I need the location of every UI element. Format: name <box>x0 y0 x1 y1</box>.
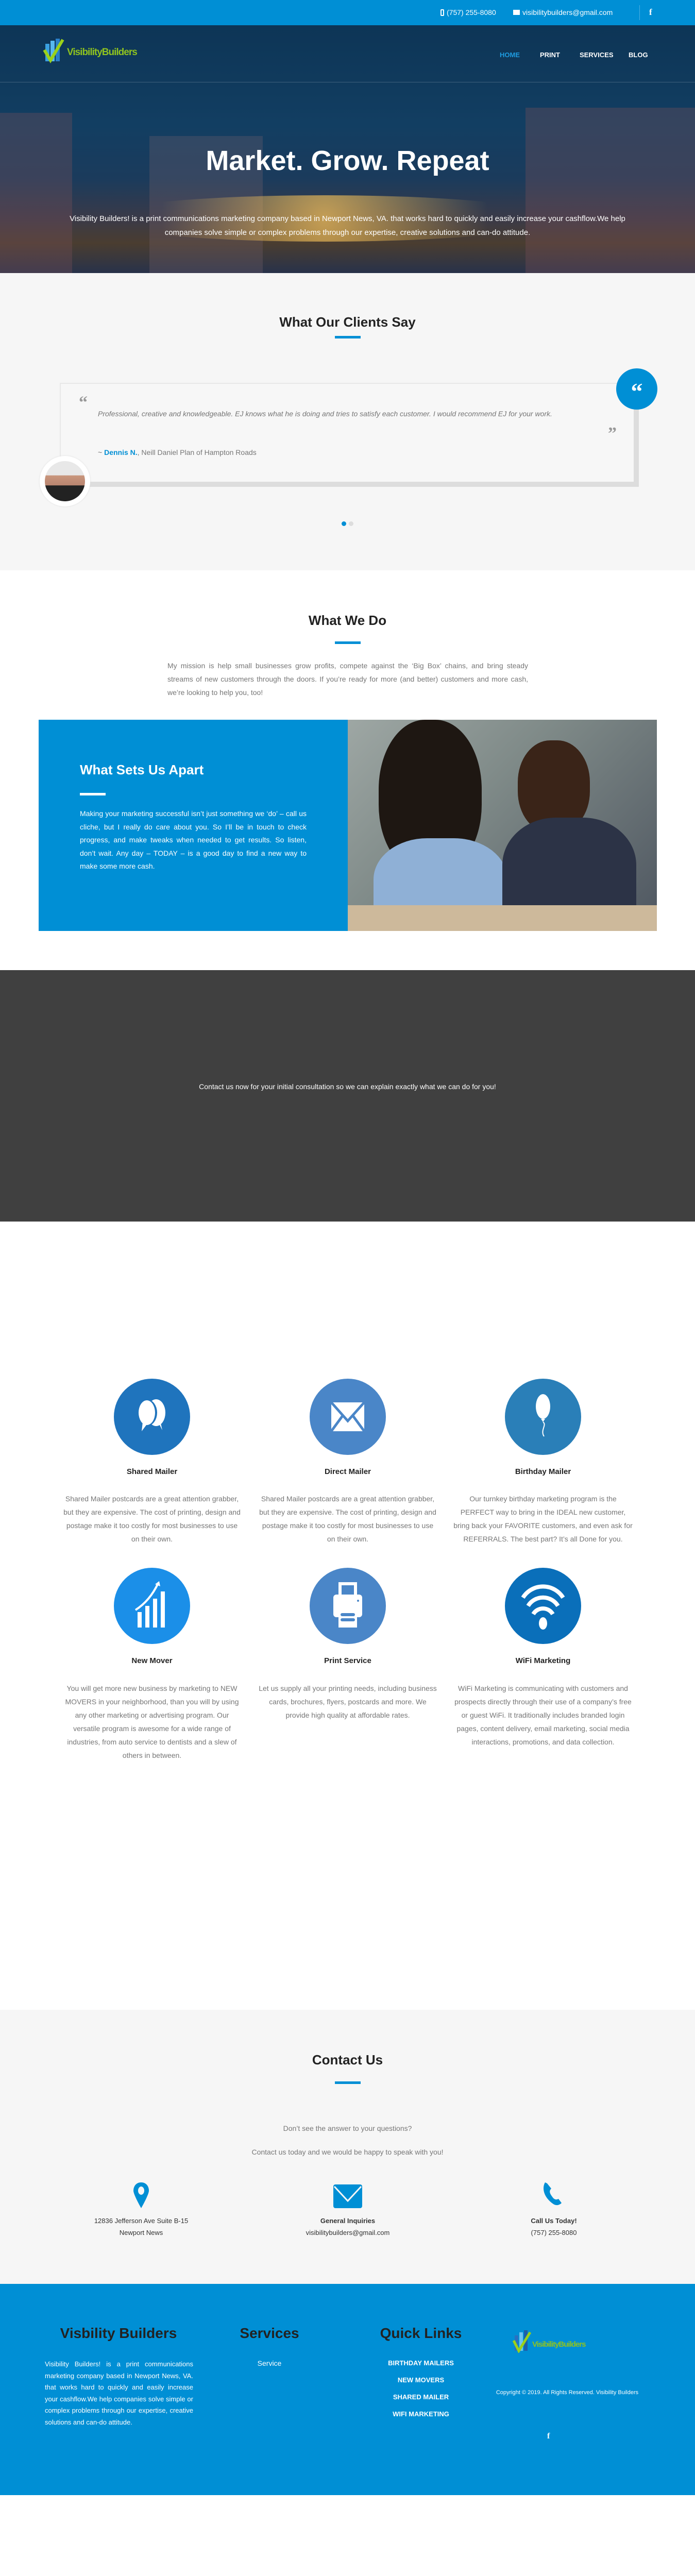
service-title: WiFi Marketing <box>515 1656 571 1665</box>
topbar-divider <box>639 5 640 20</box>
footer-logo-text: VisibilityBuilders <box>532 2340 586 2349</box>
envelope-icon <box>333 2184 362 2208</box>
phone-icon <box>544 2182 562 2206</box>
what-we-do-title: What We Do <box>308 613 387 628</box>
mission-text: My mission is help small businesses grow… <box>167 662 528 697</box>
logo[interactable]: VisibilityBuilders <box>42 38 138 63</box>
avatar <box>40 456 90 506</box>
top-bar: (757) 255-8080 visibilitybuilders@gmail.… <box>0 0 695 25</box>
service-icon-shared-mailer[interactable] <box>114 1379 190 1455</box>
service-icon-new-mover[interactable] <box>114 1568 190 1644</box>
cta-band: Contact us now for your initial consulta… <box>0 970 695 1222</box>
phone-text: (757) 255-8080 <box>447 8 496 16</box>
cta-text: Contact us now for your initial consulta… <box>199 1082 496 1091</box>
service-title: Birthday Mailer <box>515 1467 571 1476</box>
title-underline <box>335 2081 361 2084</box>
call-us-heading: Call Us Today! <box>531 2217 577 2225</box>
testimonial-affiliation: , Neill Daniel Plan of Hampton Roads <box>137 448 257 456</box>
quote-badge: “ <box>616 368 657 410</box>
service-description: Shared Mailer postcards are a great atte… <box>63 1495 241 1543</box>
mobile-phone-icon <box>440 9 444 16</box>
footer-logo[interactable]: VisibilityBuilders <box>512 2330 586 2353</box>
team-photo <box>348 720 657 931</box>
service-icon-wifi-marketing[interactable] <box>505 1568 581 1644</box>
nav-services[interactable]: SERVICES <box>580 51 614 59</box>
service-icon-print-service[interactable] <box>310 1568 386 1644</box>
envelope-icon <box>513 10 520 15</box>
address-line-1: 12836 Jefferson Ave Suite B-15 <box>94 2217 189 2225</box>
nav-blog[interactable]: BLOG <box>629 51 648 59</box>
service-description: Shared Mailer postcards are a great atte… <box>259 1495 436 1543</box>
contact-line-2: Contact us today and we would be happy t… <box>251 2148 444 2156</box>
footer-link-birthday-mailers[interactable]: BIRTHDAY MAILERS <box>369 2359 472 2367</box>
contact-phone[interactable]: (757) 255-8080 <box>477 2229 631 2236</box>
contact-email[interactable]: visibilitybuilders@gmail.com <box>270 2229 425 2236</box>
footer-link-service[interactable]: Service <box>218 2359 321 2367</box>
open-quote-icon: “ <box>79 393 88 412</box>
testimonial-card: “ Professional, creative and knowledgeab… <box>60 383 639 487</box>
email-link[interactable]: visibilitybuilders@gmail.com <box>513 8 613 16</box>
footer-about-text: Visibility Builders! is a print communic… <box>45 2360 193 2426</box>
footer-link-shared-mailer[interactable]: SHARED MAILER <box>369 2393 472 2401</box>
contact-section: Contact Us Don’t see the answer to your … <box>0 2010 695 2284</box>
hero-title: Market. Grow. Repeat <box>206 145 489 176</box>
balloon-icon <box>536 1394 550 1437</box>
general-inquiries-heading: General Inquiries <box>320 2217 376 2225</box>
what-we-do-section: What We Do My mission is help small busi… <box>0 570 695 970</box>
logo-text: VisibilityBuilders <box>67 47 138 58</box>
service-title: Shared Mailer <box>126 1467 178 1476</box>
sets-apart-text: Making your marketing successful isn’t j… <box>80 809 307 870</box>
nav-print[interactable]: PRINT <box>540 51 560 59</box>
envelope-icon <box>330 1401 366 1432</box>
hero-subtitle: Visibility Builders! is a print communic… <box>70 214 625 237</box>
testimonial-quote: Professional, creative and knowledgeable… <box>98 410 552 418</box>
service-description: WiFi Marketing is communicating with cus… <box>454 1684 632 1746</box>
chat-bubbles-icon <box>137 1399 165 1431</box>
sets-apart-title: What Sets Us Apart <box>80 762 204 777</box>
email-text: visibilitybuilders@gmail.com <box>522 8 613 16</box>
close-quote-icon: ” <box>608 424 617 443</box>
address-line-2: Newport News <box>119 2229 163 2236</box>
sets-apart-underline <box>80 793 106 795</box>
author-prefix: ~ <box>98 448 105 456</box>
phone-link[interactable]: (757) 255-8080 <box>440 8 496 16</box>
title-underline <box>335 641 361 644</box>
testimonials-title: What Our Clients Say <box>279 314 416 330</box>
footer-services-title: Services <box>240 2325 299 2341</box>
service-icon-birthday-mailer[interactable] <box>505 1379 581 1455</box>
contact-line-1: Don’t see the answer to your questions? <box>283 2124 412 2132</box>
service-description: Let us supply all your printing needs, i… <box>259 1684 437 1719</box>
service-description: You will get more new business by market… <box>65 1684 239 1759</box>
sets-apart-box: What Sets Us Apart Making your marketing… <box>39 720 348 931</box>
testimonial-author-line: ~ Dennis N., Neill Daniel Plan of Hampto… <box>98 448 257 456</box>
footer-link-new-movers[interactable]: NEW MOVERS <box>369 2376 472 2384</box>
wifi-icon <box>521 1584 565 1630</box>
printer-icon <box>333 1582 362 1628</box>
service-title: Print Service <box>324 1656 371 1665</box>
contact-title: Contact Us <box>312 2052 383 2067</box>
footer-about-title: Visbility Builders <box>60 2325 177 2341</box>
slider-dot-2[interactable] <box>349 521 353 526</box>
footer-link-wifi-marketing[interactable]: WIFI MARKETING <box>369 2410 472 2418</box>
footer: Visbility Builders Visibility Builders! … <box>0 2284 695 2495</box>
service-title: Direct Mailer <box>324 1467 371 1476</box>
logo-mark-icon <box>512 2330 532 2353</box>
nav-home[interactable]: HOME <box>500 51 520 59</box>
growth-chart-icon <box>134 1581 165 1628</box>
copyright: Copyright © 2019. All Rights Reserved. V… <box>496 2389 639 2396</box>
service-description: Our turnkey birthday marketing program i… <box>453 1495 633 1543</box>
hero-section: VisibilityBuilders HOME PRINT SERVICES B… <box>0 25 695 273</box>
services-section: Shared Mailer Direct Mailer Birthday Mai… <box>0 1350 695 1814</box>
logo-mark-icon <box>43 39 64 63</box>
title-underline <box>335 336 361 338</box>
testimonials-section: What Our Clients Say “ Professional, cre… <box>0 273 695 570</box>
footer-quick-links-title: Quick Links <box>380 2325 462 2341</box>
slider-dot-1[interactable] <box>342 521 346 526</box>
service-title: New Mover <box>131 1656 173 1665</box>
facebook-icon[interactable]: f <box>547 2432 550 2441</box>
facebook-icon[interactable]: f <box>649 7 652 18</box>
testimonial-author: Dennis N. <box>104 448 138 456</box>
service-icon-direct-mailer[interactable] <box>310 1379 386 1455</box>
map-pin-icon <box>133 2182 149 2208</box>
